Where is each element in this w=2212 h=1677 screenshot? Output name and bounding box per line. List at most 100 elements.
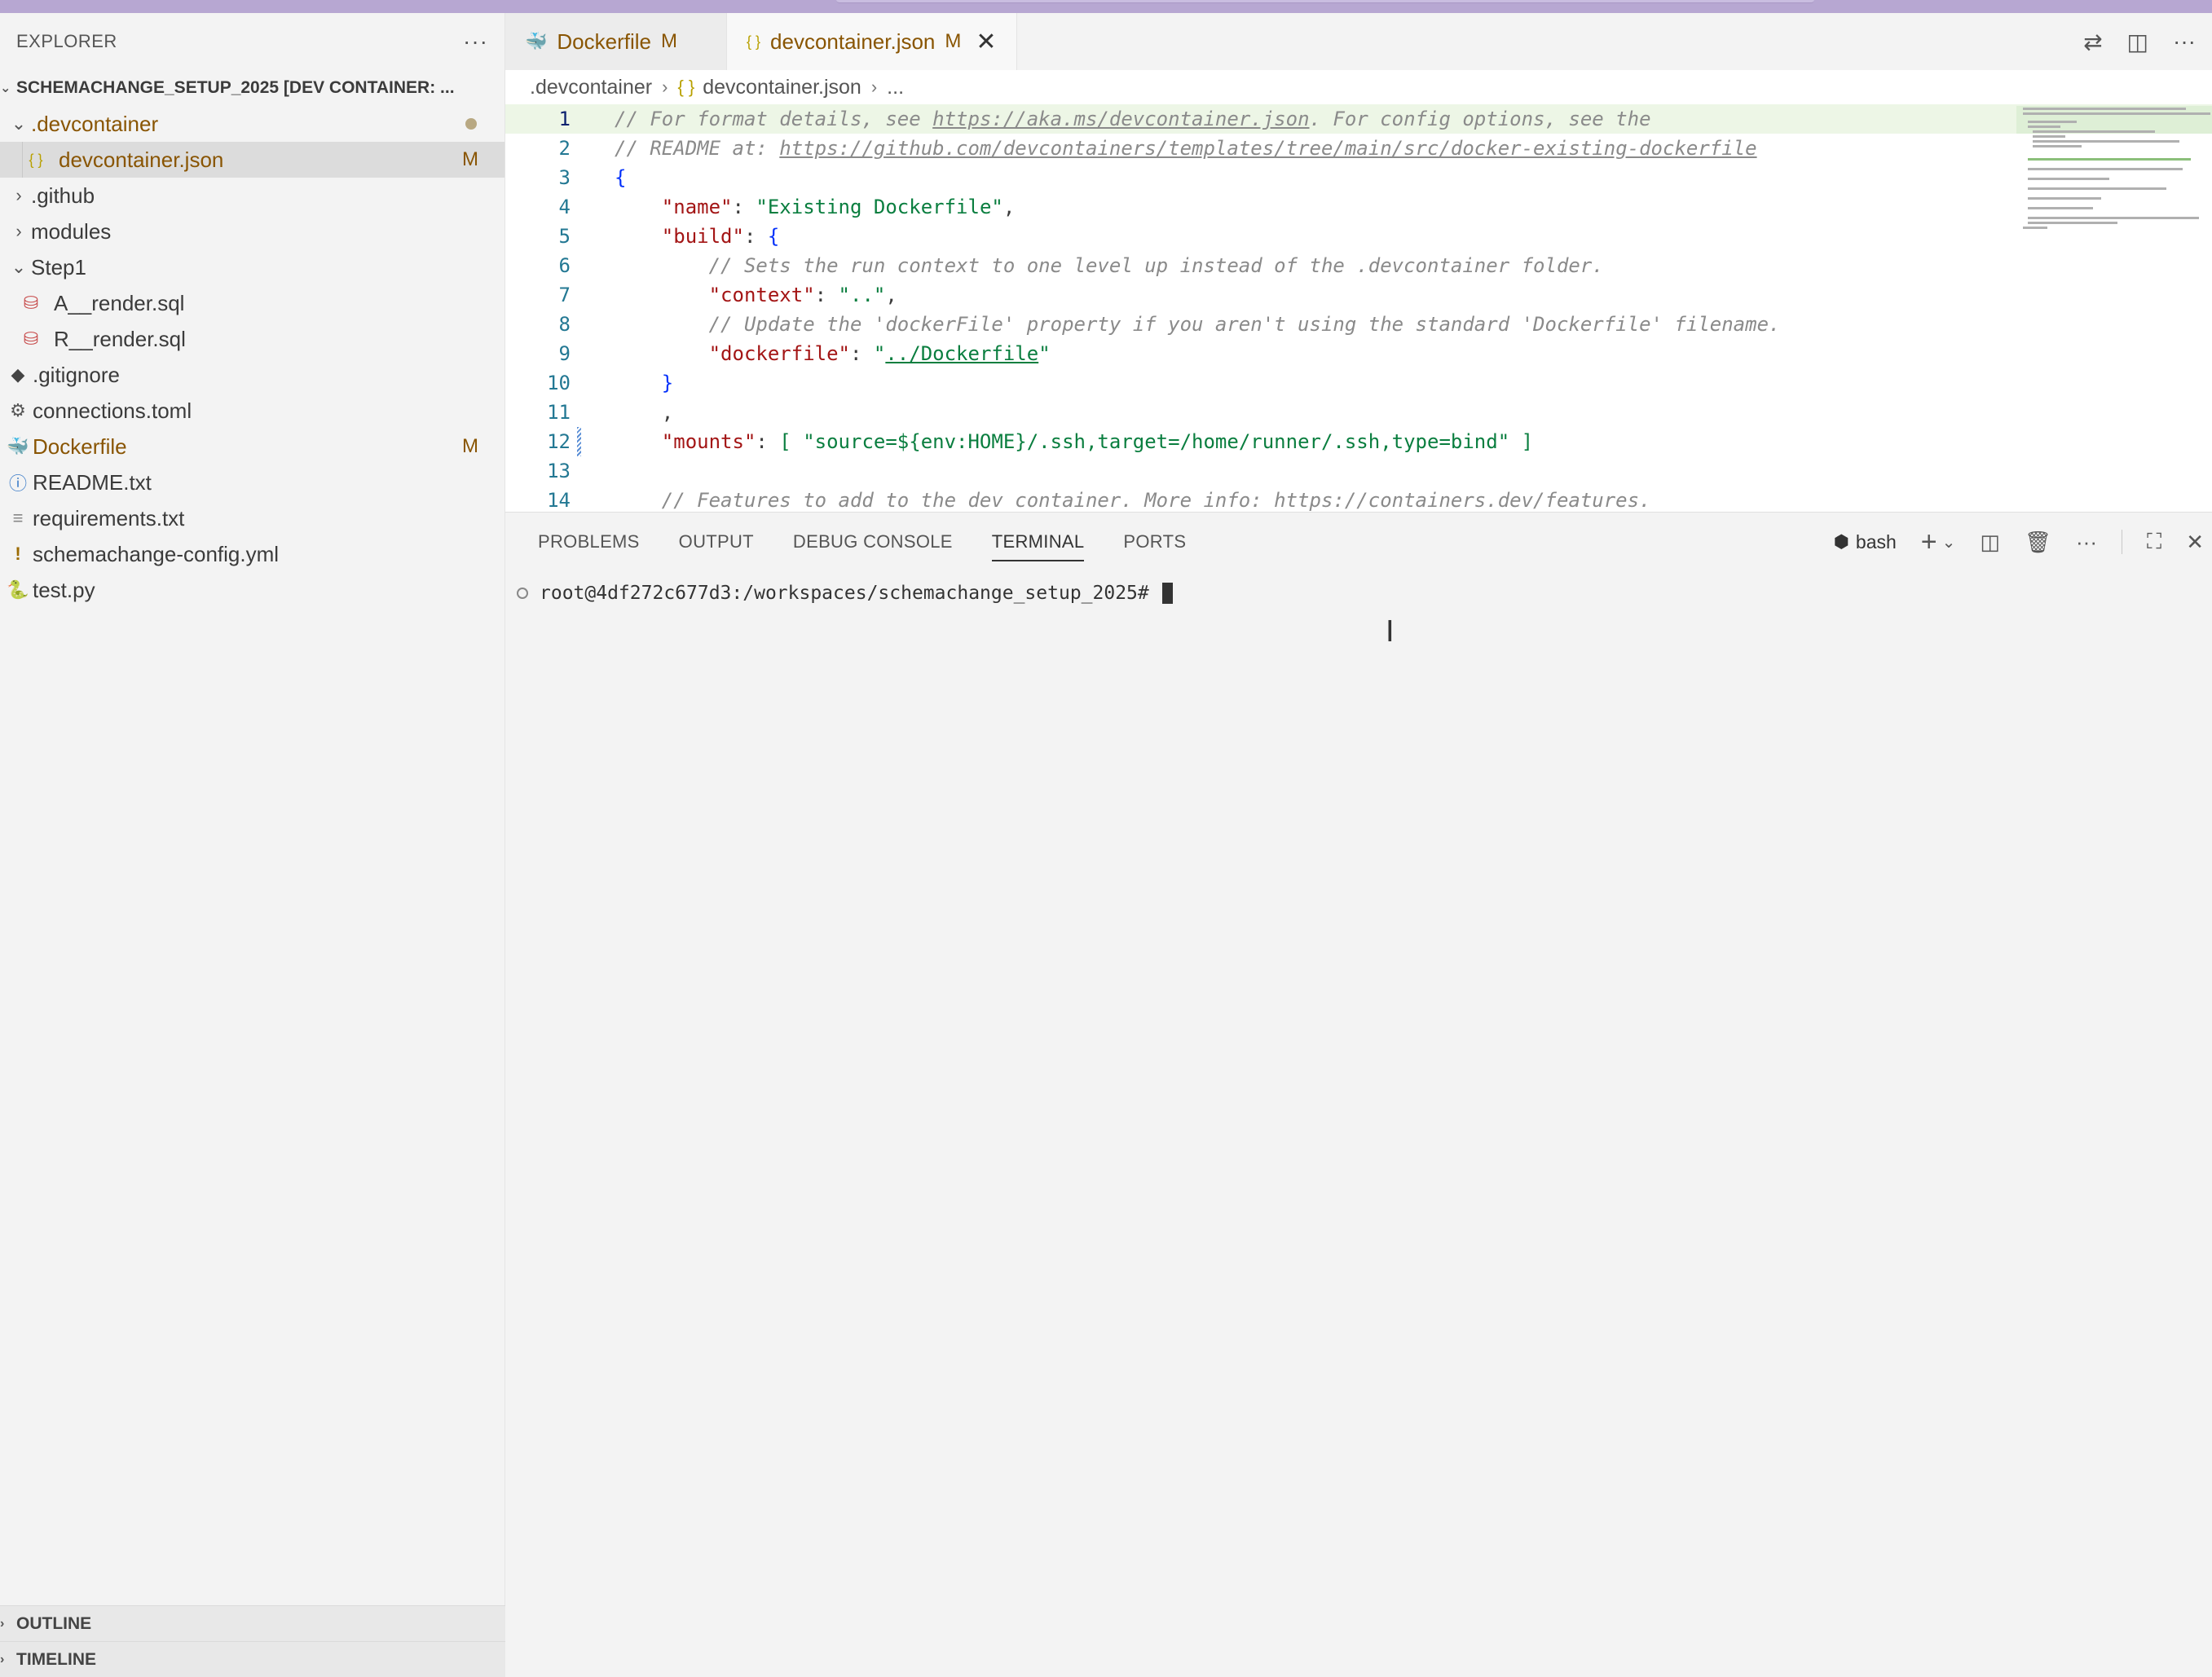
code-editor[interactable]: 1 // For format details, see https://aka… [505, 104, 2212, 512]
tree-item-label: .github [31, 183, 95, 208]
json-key: "dockerfile" [708, 342, 850, 365]
comma: , [661, 401, 674, 424]
modified-gutter-marker[interactable] [577, 427, 581, 456]
code-text: "name": "Existing Dockerfile", [661, 196, 1016, 218]
tree-item-gitignore[interactable]: ◆ .gitignore [0, 357, 505, 393]
tree-item-label: .gitignore [33, 362, 120, 387]
minimap-line [2033, 135, 2065, 138]
tree-item-modules[interactable]: › modules [0, 213, 505, 249]
panel-actions: ⬢ bash + ⌄ ◫ 🗑 ··· ⛶ ✕ [1834, 513, 2204, 571]
compare-changes-icon[interactable]: ⇄ [2083, 29, 2102, 55]
maximize-panel-icon[interactable]: ⛶ [2147, 529, 2161, 555]
quote: " [873, 342, 886, 365]
explorer-sidebar: EXPLORER ··· ⌄ SCHEMACHANGE_SETUP_2025 [… [0, 13, 505, 1677]
code-line: 9 "dockerfile": "../Dockerfile" [505, 339, 2212, 368]
more-actions-icon[interactable]: ··· [2076, 530, 2097, 555]
tree-item-a-render-sql[interactable]: ⛁ A__render.sql [0, 285, 505, 321]
minimap-line [2028, 178, 2109, 180]
tree-item-step1[interactable]: ⌄ Step1 [0, 249, 505, 285]
code-text: // Sets the run context to one level up … [615, 254, 1604, 277]
chevron-down-icon: ⌄ [0, 81, 11, 95]
title-bar [0, 0, 2212, 13]
chevron-down-icon: ⌄ [11, 257, 27, 277]
tree-item-test-py[interactable]: 🐍 test.py [0, 572, 505, 608]
code-line: 14 // Features to add to the dev contain… [505, 486, 2212, 512]
minimap[interactable] [2016, 104, 2212, 512]
explorer-more-icon[interactable]: ··· [463, 29, 488, 55]
close-panel-icon[interactable]: ✕ [2186, 530, 2204, 555]
command-center[interactable] [836, 0, 1814, 3]
tab-devcontainer-json[interactable]: { } devcontainer.json M ✕ [727, 13, 1017, 70]
tree-item-r-render-sql[interactable]: ⛁ R__render.sql [0, 321, 505, 357]
tree-item-label: R__render.sql [54, 326, 186, 351]
docker-icon: 🐳 [7, 436, 29, 456]
code-text: { [615, 166, 627, 189]
minimap-line [2033, 130, 2155, 133]
tree-item-label: .devcontainer [31, 111, 159, 136]
command-decoration-icon[interactable] [517, 588, 528, 599]
tab-output[interactable]: OUTPUT [679, 513, 754, 571]
chevron-down-icon[interactable]: ⌄ [1942, 532, 1956, 552]
timeline-section[interactable]: › TIMELINE [0, 1641, 505, 1677]
chevron-right-icon: › [870, 77, 878, 97]
tab-label: Dockerfile [557, 29, 651, 54]
code-line: 13 [505, 456, 2212, 486]
tab-dockerfile[interactable]: 🐳 Dockerfile M [505, 13, 727, 70]
gear-icon: ⚙ [10, 400, 26, 420]
minimap-line [2033, 140, 2179, 143]
code-text: "dockerfile": "../Dockerfile" [708, 342, 1051, 365]
sidebar-bottom-sections: › OUTLINE › TIMELINE [0, 1605, 505, 1677]
split-editor-icon[interactable]: ◫ [2127, 29, 2148, 55]
tree-item-github[interactable]: › .github [0, 178, 505, 213]
tree-item-readme[interactable]: ⓘ README.txt [0, 464, 505, 500]
breadcrumb-folder[interactable]: .devcontainer [530, 76, 652, 99]
link[interactable]: https://aka.ms/devcontainer.json [932, 108, 1309, 130]
json-icon: { } [29, 151, 43, 168]
minimap-line [2028, 197, 2101, 200]
trash-icon[interactable]: 🗑 [2025, 530, 2051, 555]
line-number: 12 [547, 430, 571, 453]
tree-item-devcontainer-json[interactable]: { } devcontainer.json M [0, 142, 505, 178]
terminal-prompt: root@4df272c677d3:/workspaces/schemachan… [540, 583, 1149, 604]
close-icon[interactable]: ✕ [976, 28, 996, 56]
split-terminal-icon[interactable]: ◫ [1980, 530, 2000, 555]
tree-item-devcontainer[interactable]: ⌄ .devcontainer [0, 106, 505, 142]
database-icon: ⛁ [23, 293, 39, 313]
minimap-line [2028, 121, 2077, 123]
panel-tabs: PROBLEMS OUTPUT DEBUG CONSOLE TERMINAL P… [505, 513, 2212, 571]
tree-item-label: modules [31, 218, 112, 244]
line-number: 3 [558, 166, 571, 189]
terminal-selector[interactable]: ⬢ bash [1834, 531, 1897, 553]
line-number: 13 [547, 460, 571, 482]
code-text: // README at: https://github.com/devcont… [615, 137, 1757, 160]
tree-item-schemachange-config[interactable]: ! schemachange-config.yml [0, 536, 505, 572]
tree-item-connections-toml[interactable]: ⚙ connections.toml [0, 393, 505, 429]
code-line: 11 , [505, 398, 2212, 427]
minimap-line [2028, 168, 2183, 170]
tree-item-requirements[interactable]: ≡ requirements.txt [0, 500, 505, 536]
workspace-root[interactable]: ⌄ SCHEMACHANGE_SETUP_2025 [DEV CONTAINER… [0, 70, 505, 106]
tab-problems[interactable]: PROBLEMS [538, 513, 640, 571]
minimap-line [2028, 207, 2093, 209]
tab-debug-console[interactable]: DEBUG CONSOLE [793, 513, 953, 571]
new-terminal-icon[interactable]: + [1921, 526, 1937, 558]
tab-ports[interactable]: PORTS [1123, 513, 1186, 571]
breadcrumb-more[interactable]: ... [887, 76, 904, 99]
tree-item-dockerfile[interactable]: 🐳 Dockerfile M [0, 429, 505, 464]
quote: " [1038, 342, 1051, 365]
link[interactable]: https://github.com/devcontainers/templat… [779, 137, 1756, 160]
brace: { [767, 225, 780, 248]
comment: // For format details, see [615, 108, 933, 130]
tab-terminal[interactable]: TERMINAL [991, 513, 1085, 571]
minimap-line [2023, 227, 2047, 229]
breadcrumb-file[interactable]: devcontainer.json [703, 76, 861, 99]
modified-dot-icon [465, 118, 477, 130]
more-actions-icon[interactable]: ··· [2173, 29, 2196, 55]
outline-section[interactable]: › OUTLINE [0, 1605, 505, 1641]
link[interactable]: ../Dockerfile [885, 342, 1038, 365]
terminal-output[interactable]: root@4df272c677d3:/workspaces/schemachan… [505, 571, 2212, 604]
code-text: // Update the 'dockerFile' property if y… [615, 313, 1781, 336]
line-number: 2 [558, 137, 571, 160]
chevron-right-icon: › [0, 1652, 5, 1666]
chevron-right-icon: › [662, 77, 668, 97]
